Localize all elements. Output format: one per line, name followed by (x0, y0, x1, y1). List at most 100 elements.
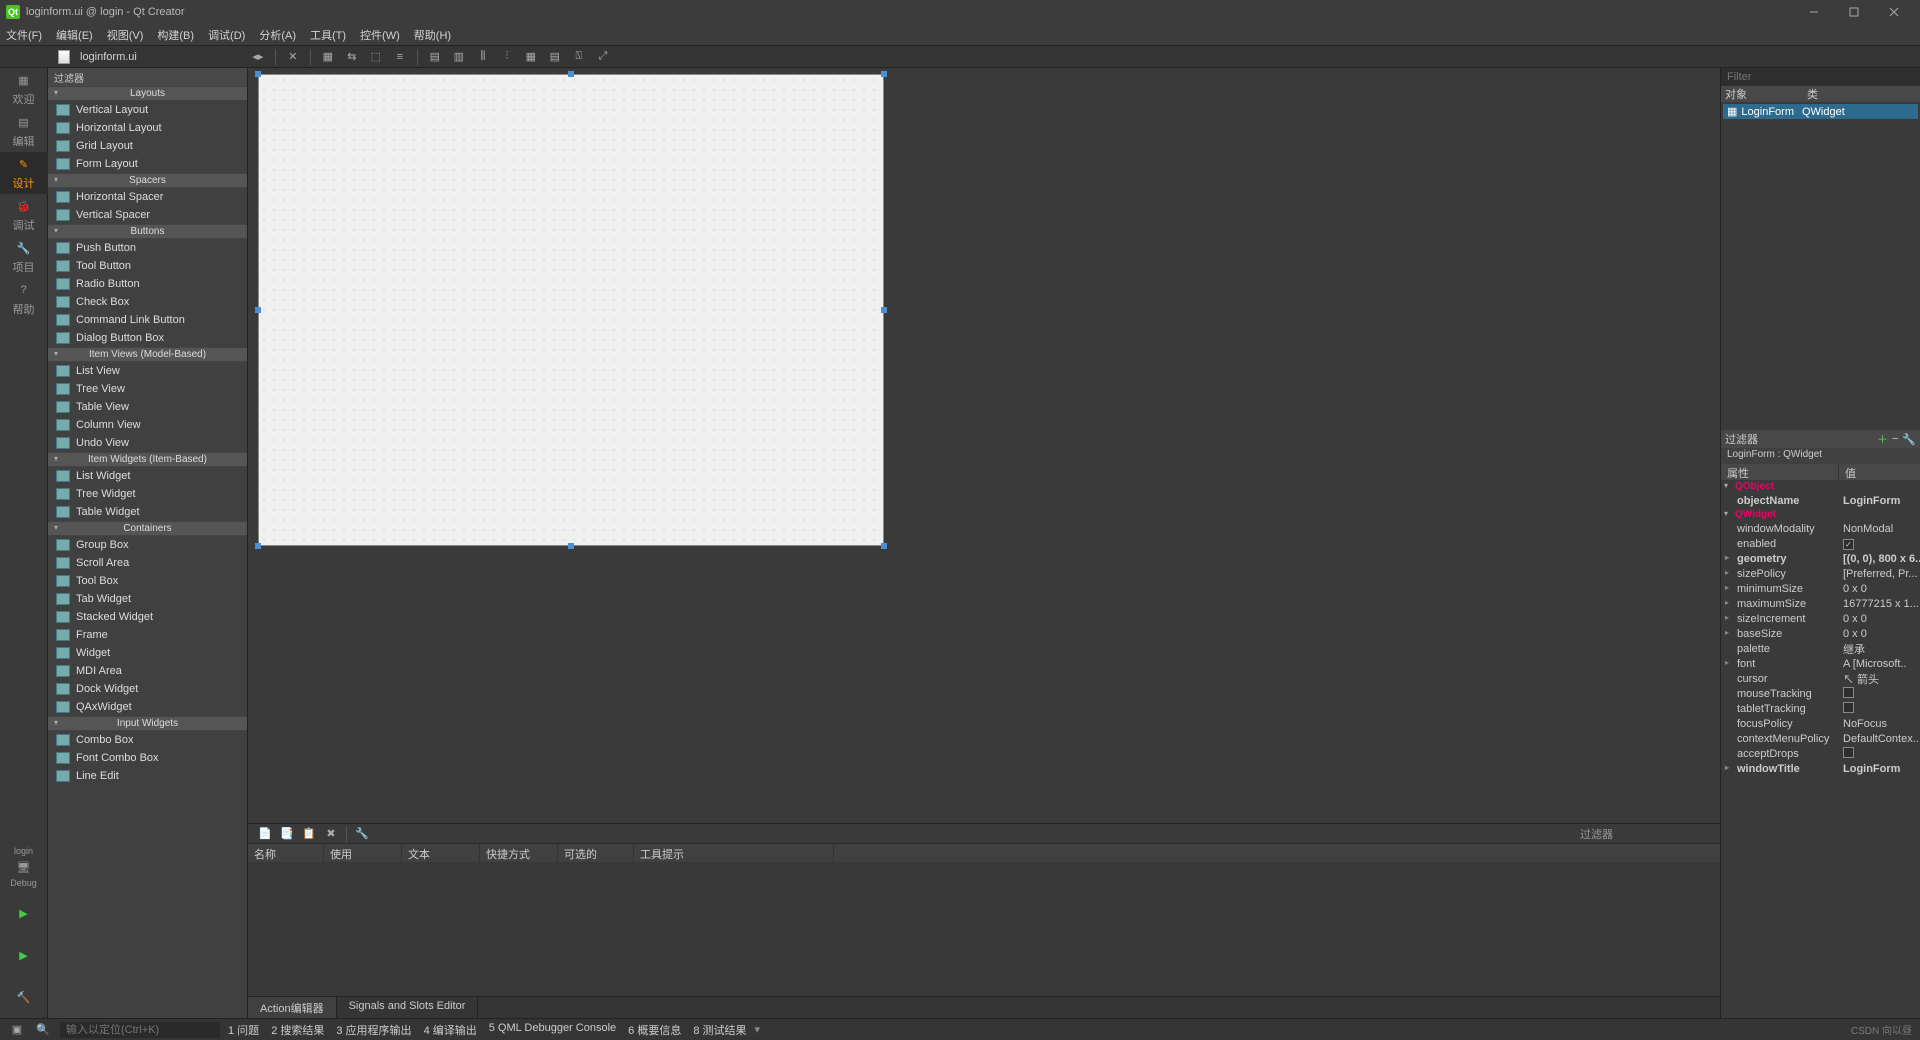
minimize-button[interactable] (1794, 0, 1834, 24)
widget-item[interactable]: Check Box (48, 293, 247, 311)
prop-row-objectName[interactable]: objectNameLoginForm (1721, 493, 1920, 508)
prop-row-sizePolicy[interactable]: sizePolicy[Preferred, Pr... (1721, 566, 1920, 581)
widget-item[interactable]: Vertical Spacer (48, 206, 247, 224)
menu-item[interactable]: 调试(D) (208, 27, 245, 43)
layout-v-icon[interactable]: ▥ (450, 48, 468, 66)
action-col[interactable]: 名称 (248, 844, 324, 862)
widget-item[interactable]: Tree Widget (48, 485, 247, 503)
widget-item[interactable]: Form Layout (48, 155, 247, 173)
widget-item[interactable]: Tree View (48, 380, 247, 398)
prop-row-palette[interactable]: palette继承 (1721, 641, 1920, 656)
remove-dynamic-prop-icon[interactable]: − (1892, 433, 1898, 445)
new-action-icon[interactable]: 📄 (256, 825, 274, 843)
edit-buddies-icon[interactable]: ⬚ (367, 48, 385, 66)
widget-item[interactable]: Horizontal Spacer (48, 188, 247, 206)
widget-item[interactable]: Combo Box (48, 731, 247, 749)
object-inspector[interactable]: ▦ LoginForm QWidget (1721, 102, 1920, 430)
layout-h-icon[interactable]: ▤ (426, 48, 444, 66)
widget-item[interactable]: List Widget (48, 467, 247, 485)
widget-item[interactable]: Table View (48, 398, 247, 416)
break-layout-icon[interactable]: ⍂ (570, 48, 588, 66)
action-filter-label[interactable]: 过滤器 (1580, 826, 1720, 842)
action-col[interactable]: 工具提示 (634, 844, 834, 862)
widget-item[interactable]: Tab Widget (48, 590, 247, 608)
widget-item[interactable]: Push Button (48, 239, 247, 257)
prop-row-geometry[interactable]: geometry[(0, 0), 800 x 6.. (1721, 551, 1920, 566)
layout-hsplit-icon[interactable]: ⫼ (474, 48, 492, 66)
resize-handle[interactable] (255, 307, 261, 313)
checkbox-icon[interactable] (1843, 702, 1854, 713)
mode-项目[interactable]: 🔧项目 (0, 236, 48, 278)
delete-action-icon[interactable]: ✖ (322, 825, 340, 843)
widget-item[interactable]: Tool Box (48, 572, 247, 590)
mode-帮助[interactable]: ?帮助 (0, 278, 48, 320)
form-canvas-area[interactable] (248, 68, 1720, 823)
widget-item[interactable]: Tool Button (48, 257, 247, 275)
widget-item[interactable]: Column View (48, 416, 247, 434)
widget-item[interactable]: Command Link Button (48, 311, 247, 329)
edit-signals-icon[interactable]: ⇆ (343, 48, 361, 66)
layout-vsplit-icon[interactable]: ⫶ (498, 48, 516, 66)
prop-group-QWidget[interactable]: QWidget (1721, 508, 1920, 521)
run-button[interactable]: ▶ (0, 892, 48, 934)
layout-grid-icon[interactable]: ▦ (522, 48, 540, 66)
layout-form-icon[interactable]: ▤ (546, 48, 564, 66)
resize-handle[interactable] (881, 543, 887, 549)
menu-item[interactable]: 控件(W) (360, 27, 400, 43)
widget-item[interactable]: Dialog Button Box (48, 329, 247, 347)
paste-action-icon[interactable]: 📋 (300, 825, 318, 843)
output-pane-button[interactable]: 6 概要信息 (628, 1022, 681, 1038)
widget-item[interactable]: Radio Button (48, 275, 247, 293)
debug-run-button[interactable]: ▶ (0, 934, 48, 976)
resize-handle[interactable] (881, 71, 887, 77)
widget-item[interactable]: Table Widget (48, 503, 247, 521)
output-pane-button[interactable]: 8 测试结果 (693, 1022, 746, 1038)
prop-row-maximumSize[interactable]: maximumSize16777215 x 1... (1721, 596, 1920, 611)
widget-item[interactable]: MDI Area (48, 662, 247, 680)
toggle-sidebar-icon[interactable]: ▣ (8, 1021, 26, 1039)
target-selector[interactable]: login🖥Debug (0, 842, 48, 892)
resize-handle[interactable] (568, 71, 574, 77)
widget-category[interactable]: Item Widgets (Item-Based) (48, 452, 247, 467)
configure-prop-icon[interactable]: 🔧 (1902, 433, 1916, 446)
prop-row-cursor[interactable]: cursor↖ 箭头 (1721, 671, 1920, 686)
action-col[interactable]: 快捷方式 (480, 844, 558, 862)
action-col[interactable]: 可选的 (558, 844, 634, 862)
property-filter-label[interactable]: 过滤器 (1725, 431, 1758, 447)
prop-row-mouseTracking[interactable]: mouseTracking (1721, 686, 1920, 701)
resize-handle[interactable] (881, 307, 887, 313)
output-pane-button[interactable]: 1 问题 (228, 1022, 259, 1038)
close-file-icon[interactable]: ✕ (284, 48, 302, 66)
widget-item[interactable]: Dock Widget (48, 680, 247, 698)
resize-handle[interactable] (255, 71, 261, 77)
widget-item[interactable]: Frame (48, 626, 247, 644)
widget-category[interactable]: Layouts (48, 86, 247, 101)
widget-item[interactable]: Stacked Widget (48, 608, 247, 626)
widget-category[interactable]: Input Widgets (48, 716, 247, 731)
build-button[interactable]: 🔨 (0, 976, 48, 1018)
menu-item[interactable]: 分析(A) (259, 27, 296, 43)
output-pane-button[interactable]: 4 编译输出 (424, 1022, 477, 1038)
widget-item[interactable]: Group Box (48, 536, 247, 554)
prop-row-baseSize[interactable]: baseSize0 x 0 (1721, 626, 1920, 641)
prop-group-QObject[interactable]: QObject (1721, 480, 1920, 493)
widgetbox-filter-header[interactable]: 过滤器 (48, 68, 247, 86)
property-editor[interactable]: QObjectobjectNameLoginFormQWidgetwindowM… (1721, 480, 1920, 1018)
maximize-button[interactable] (1834, 0, 1874, 24)
resize-handle[interactable] (255, 543, 261, 549)
mode-设计[interactable]: ✎设计 (0, 152, 48, 194)
menu-item[interactable]: 文件(F) (6, 27, 42, 43)
adjust-size-icon[interactable]: ⤢ (594, 48, 612, 66)
widget-item[interactable]: QAxWidget (48, 698, 247, 716)
menu-item[interactable]: 帮助(H) (414, 27, 451, 43)
action-list[interactable] (248, 862, 1720, 996)
prop-row-contextMenuPolicy[interactable]: contextMenuPolicyDefaultContex.. (1721, 731, 1920, 746)
dropdown-icon[interactable]: ◂▸ (249, 48, 267, 66)
widget-item[interactable]: Font Combo Box (48, 749, 247, 767)
prop-row-minimumSize[interactable]: minimumSize0 x 0 (1721, 581, 1920, 596)
widget-category[interactable]: Spacers (48, 173, 247, 188)
checkbox-icon[interactable]: ✓ (1843, 539, 1854, 550)
widget-item[interactable]: Widget (48, 644, 247, 662)
dropdown-icon[interactable]: ▾ (755, 1023, 761, 1036)
object-filter-input[interactable] (1721, 68, 1920, 86)
